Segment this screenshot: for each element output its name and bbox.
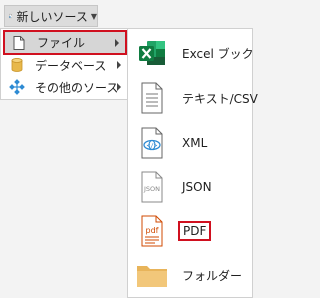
network-icon	[9, 79, 25, 95]
menu-item-database[interactable]: データベース	[3, 54, 127, 76]
source-type-menu: ファイル データベース その他のソース	[0, 28, 129, 100]
menu-item-text-csv[interactable]: テキスト/CSV	[128, 76, 258, 120]
file-type-submenu: Excel ブック テキスト/CSV </> XML JSON JSON pdf…	[127, 28, 258, 298]
chevron-right-icon	[117, 61, 121, 69]
chevron-right-icon	[115, 39, 119, 47]
text-file-icon	[134, 80, 170, 116]
new-source-button[interactable]: 新しいソース ▼	[4, 5, 98, 27]
svg-text:JSON: JSON	[143, 185, 160, 193]
menu-item-pdf[interactable]: pdf PDF	[128, 209, 252, 253]
menu-item-xml[interactable]: </> XML	[128, 121, 252, 165]
menu-item-label: テキスト/CSV	[182, 91, 258, 106]
new-source-label: 新しいソース	[16, 9, 88, 24]
menu-item-label: PDF	[178, 221, 212, 241]
menu-item-label: Excel ブック	[182, 46, 254, 61]
new-document-icon	[9, 14, 13, 18]
svg-text:</>: </>	[147, 143, 158, 150]
file-icon	[13, 35, 25, 50]
menu-item-other-sources[interactable]: その他のソース	[3, 76, 127, 98]
menu-item-label: その他のソース	[35, 80, 119, 95]
menu-item-folder[interactable]: フォルダー	[128, 253, 252, 297]
menu-item-json[interactable]: JSON JSON	[128, 165, 252, 209]
menu-item-label: XML	[182, 136, 208, 150]
svg-text:pdf: pdf	[146, 226, 159, 235]
pdf-file-icon: pdf	[134, 213, 170, 249]
menu-item-excel-workbook[interactable]: Excel ブック	[128, 31, 254, 75]
menu-item-label: データベース	[35, 58, 107, 73]
excel-icon	[134, 35, 170, 71]
chevron-down-icon: ▼	[90, 11, 97, 21]
database-icon	[11, 58, 23, 72]
chevron-right-icon	[117, 83, 121, 91]
json-file-icon: JSON	[134, 169, 170, 205]
menu-item-file[interactable]: ファイル	[3, 30, 127, 55]
menu-item-label: フォルダー	[182, 268, 243, 283]
folder-icon	[134, 257, 170, 293]
xml-file-icon: </>	[134, 125, 170, 161]
menu-item-label: JSON	[182, 180, 212, 194]
menu-item-label: ファイル	[37, 36, 86, 50]
